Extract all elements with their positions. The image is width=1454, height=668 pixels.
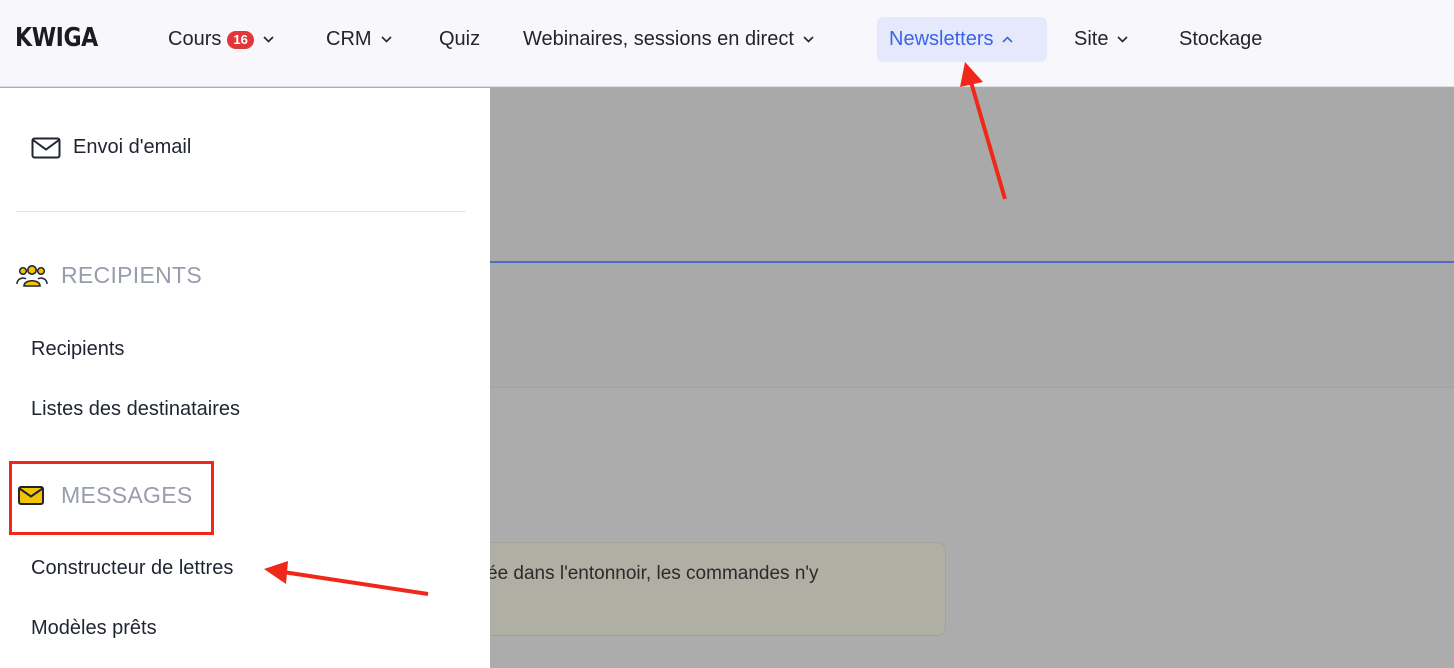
warning-notice [470,542,946,636]
kwiga-logo[interactable]: KWIGA [15,23,98,53]
warning-notice-text: tivée dans l'entonnoir, les commandes n'… [468,563,819,584]
menu-item-recipients[interactable]: Recipients [31,338,124,361]
cours-count-badge: 16 [227,30,254,49]
nav-cours-label: Cours [168,28,222,50]
content-header-panel [490,88,1454,388]
nav-stockage[interactable]: Stockage [1179,17,1262,62]
menu-item-constructeur-lettres[interactable]: Constructeur de lettres [31,557,233,580]
highlight-box-messages [9,461,214,535]
nav-quiz-label: Quiz [439,28,481,50]
chevron-down-icon [1117,36,1129,43]
nav-quiz[interactable]: Quiz [439,17,480,62]
nav-webinaires[interactable]: Webinaires, sessions en direct [523,17,814,62]
nav-cours[interactable]: Cours 16 [168,17,274,62]
nav-site[interactable]: Site [1074,17,1129,62]
chevron-down-icon [263,36,274,43]
menu-item-envoi-email[interactable]: Envoi d'email [31,136,191,159]
nav-crm-label: CRM [326,28,372,50]
nav-webinaires-label: Webinaires, sessions en direct [523,28,794,50]
tab-underline [490,261,1454,263]
nav-newsletters-label: Newsletters [889,28,994,50]
nav-stockage-label: Stockage [1179,28,1263,50]
chevron-up-icon [1002,36,1014,43]
newsletters-dropdown-menu: Envoi d'email RECIPIENTS Recipients List… [0,88,490,668]
menu-divider [16,211,466,212]
people-icon [16,263,48,289]
section-recipients-title: RECIPIENTS [61,262,203,288]
nav-crm[interactable]: CRM [326,17,392,62]
envelope-icon [31,137,61,159]
chevron-down-icon [380,36,392,43]
chevron-down-icon [803,36,814,43]
menu-item-envoi-email-label: Envoi d'email [73,136,192,158]
section-recipients: RECIPIENTS [16,262,202,289]
menu-item-modeles-prets[interactable]: Modèles prêts [31,617,157,640]
nav-site-label: Site [1074,28,1109,50]
nav-newsletters[interactable]: Newsletters [877,17,1047,62]
top-navigation-bar: KWIGA Cours 16 CRM Quiz Webinaires, sess… [0,0,1454,87]
menu-item-listes-destinataires[interactable]: Listes des destinataires [31,398,240,421]
